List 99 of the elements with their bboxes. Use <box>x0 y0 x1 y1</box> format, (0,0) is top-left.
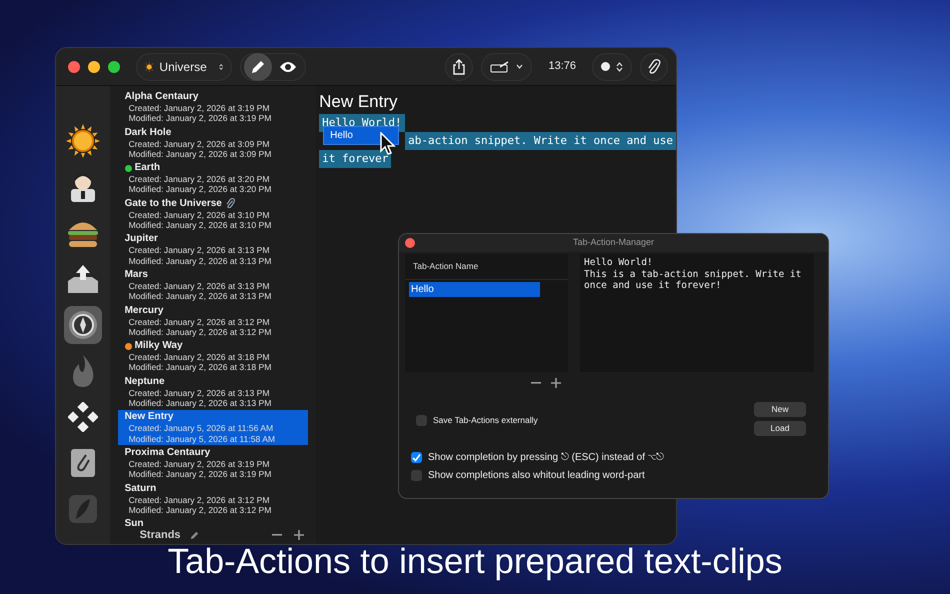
checkbox-label: Show completion by pressing ⎋ (ESC) instead of ⌥⎋ <box>428 451 664 465</box>
created-date: Created: January 2, 2026 at 3:09 PM <box>128 138 271 149</box>
edit-mode-button[interactable] <box>244 52 272 80</box>
entry-title: Mars <box>124 268 148 281</box>
modified-date: Modified: January 2, 2026 at 3:10 PM <box>128 220 272 230</box>
modified-date: Modified: January 2, 2026 at 3:19 PM <box>128 113 272 124</box>
checkbox-label: Save Tab-Actions externally <box>433 414 538 427</box>
paperclip-icon <box>647 58 661 74</box>
minus-icon <box>531 382 541 384</box>
tray-icon <box>66 263 100 295</box>
table-row[interactable]: Hello <box>409 282 540 297</box>
entry-item[interactable]: Dark Hole Created: January 2, 2026 at 3:09 PM Modified: January 2, 2026 at 3:09 PM <box>118 126 308 160</box>
created-date: Created: January 2, 2026 at 3:18 PM <box>128 352 271 362</box>
checkbox[interactable] <box>411 452 422 463</box>
modified-date: Modified: January 2, 2026 at 3:13 PM <box>128 291 272 302</box>
entry-title: Sun <box>124 518 144 526</box>
modified-date: Modified: January 2, 2026 at 3:20 PM <box>128 184 272 195</box>
collection-dropdown[interactable]: Universe <box>136 52 232 80</box>
close-button[interactable] <box>405 238 415 248</box>
entry-title: Milky Way <box>134 340 183 352</box>
column-header: Tab-Action Name <box>405 254 568 280</box>
close-button[interactable] <box>68 60 80 72</box>
new-button[interactable]: New <box>754 402 806 417</box>
created-date: Created: January 2, 2026 at 3:10 PM <box>128 210 271 220</box>
entry-item[interactable]: Mercury Created: January 2, 2026 at 3:12 PM Modified: January 2, 2026 at 3:12 PM <box>118 304 308 338</box>
compass-icon <box>66 309 99 341</box>
minimize-button[interactable] <box>88 60 100 72</box>
completion-item[interactable]: Hello <box>323 126 400 145</box>
entry-item[interactable]: Mars Created: January 2, 2026 at 3:13 PM Modified: January 2, 2026 at 3:13 PM <box>118 268 308 303</box>
eye-icon <box>279 60 297 72</box>
signature-icon <box>490 60 510 72</box>
plus-icon <box>294 530 304 540</box>
diamonds-icon <box>68 402 98 432</box>
feather-icon <box>68 493 98 525</box>
entry-item[interactable]: Proxima Centaury Created: January 2, 2026 at 3:19 PM Modified: January 2, 2026 at 3:19 PM <box>118 446 308 481</box>
entry-item[interactable]: Milky Way Created: January 2, 2026 at 3:18 PM Modified: January 2, 2026 at 3:18 PM <box>118 339 308 374</box>
sidebar-item[interactable] <box>64 306 102 344</box>
add-button[interactable] <box>292 528 306 542</box>
up-down-chevron-icon <box>218 62 223 72</box>
created-date: Created: January 2, 2026 at 3:13 PM <box>128 388 271 398</box>
chevron-down-icon <box>516 64 524 69</box>
minus-icon <box>272 534 282 536</box>
checkbox[interactable] <box>411 470 422 481</box>
created-date: Created: January 2, 2026 at 3:13 PM <box>128 280 271 292</box>
up-down-chevron-icon <box>616 62 623 72</box>
entry-title: New Entry <box>124 411 174 424</box>
add-button[interactable] <box>549 376 563 390</box>
entry-item[interactable]: Sun <box>118 517 308 526</box>
modified-date: Modified: January 2, 2026 at 3:19 PM <box>128 469 272 480</box>
entry-title: Saturn <box>124 482 156 495</box>
modified-date: Modified: January 2, 2026 at 3:13 PM <box>128 398 272 408</box>
created-date: Created: January 2, 2026 at 3:12 PM <box>128 316 271 327</box>
signature-dropdown[interactable] <box>481 52 532 80</box>
sidebar-item[interactable] <box>64 122 102 160</box>
record-icon <box>601 62 610 71</box>
record-toggle[interactable] <box>592 52 632 80</box>
entry-item[interactable]: Alpha Centaury Created: January 2, 2026 at 3:19 PM Modified: January 2, 2026 at 3:19 PM <box>118 90 308 125</box>
entry-item[interactable]: Gate to the Universe Created: January 2, 2026 at 3:10 PM Modified: January 2, 2026 at 3:10 PM <box>118 196 308 232</box>
modified-date: Modified: January 2, 2026 at 3:12 PM <box>128 326 272 338</box>
entry-item[interactable]: Neptune Created: January 2, 2026 at 3:13 PM Modified: January 2, 2026 at 3:13 PM <box>118 374 308 410</box>
modified-date: Modified: January 2, 2026 at 3:13 PM <box>128 256 272 266</box>
entry-item[interactable]: New Entry Created: January 5, 2026 at 11:56 AM Modified: January 5, 2026 at 11:58 AM <box>118 410 308 445</box>
entry-title: Mercury <box>124 304 164 317</box>
window-title: Tab-Action-Manager <box>572 236 656 250</box>
snippet-text-area[interactable]: Hello World! This is a tab-action snippet. Write it once and use it forever! <box>580 254 814 372</box>
created-date: Created: January 2, 2026 at 3:12 PM <box>128 494 271 505</box>
entry-title: Proxima Centaury <box>124 446 210 459</box>
entry-title: Neptune <box>124 376 165 388</box>
sun-icon <box>66 124 100 158</box>
entry-item[interactable]: Earth Created: January 2, 2026 at 3:20 PM Modified: January 2, 2026 at 3:20 PM <box>118 161 308 196</box>
entry-title: Alpha Centaury <box>124 91 198 103</box>
modified-date: Modified: January 2, 2026 at 3:18 PM <box>128 362 272 373</box>
created-date: Created: January 2, 2026 at 3:20 PM <box>128 174 271 184</box>
created-date: Created: January 2, 2026 at 3:19 PM <box>128 103 271 114</box>
zoom-button[interactable] <box>108 60 120 72</box>
time-label: 13:76 <box>547 59 577 74</box>
created-date: Created: January 2, 2026 at 3:13 PM <box>128 245 271 256</box>
share-icon <box>452 58 466 74</box>
entry-title: Dark Hole <box>124 126 172 139</box>
entry-title: Jupiter <box>124 233 158 246</box>
modified-date: Modified: January 5, 2026 at 11:58 AM <box>128 434 276 444</box>
pencil-icon <box>188 530 200 540</box>
share-button[interactable] <box>445 52 474 80</box>
entry-item[interactable]: Jupiter Created: January 2, 2026 at 3:13 PM Modified: January 2, 2026 at 3:13 PM <box>118 232 308 267</box>
created-date: Created: January 2, 2026 at 3:19 PM <box>128 458 271 470</box>
entry-title: New Entry <box>319 92 399 112</box>
modified-date: Modified: January 2, 2026 at 3:12 PM <box>128 504 272 516</box>
checkbox-label: Show completions also whitout leading word-part <box>428 469 645 483</box>
load-button[interactable]: Load <box>754 421 806 436</box>
created-date: Created: January 5, 2026 at 11:56 AM <box>128 423 274 434</box>
plus-icon <box>551 378 561 388</box>
entry-title: Gate to the Universe <box>124 198 222 210</box>
entry-title: Earth <box>134 162 160 174</box>
modified-date: Modified: January 2, 2026 at 3:09 PM <box>128 148 272 160</box>
strands-label: Strands <box>140 528 181 543</box>
entry-item[interactable]: Saturn Created: January 2, 2026 at 3:12 PM Modified: January 2, 2026 at 3:12 PM <box>118 482 308 516</box>
caption-text: Tab-Actions to insert prepared text-clips <box>168 542 782 581</box>
checkbox[interactable] <box>416 414 427 426</box>
attachment-button[interactable] <box>640 52 668 80</box>
